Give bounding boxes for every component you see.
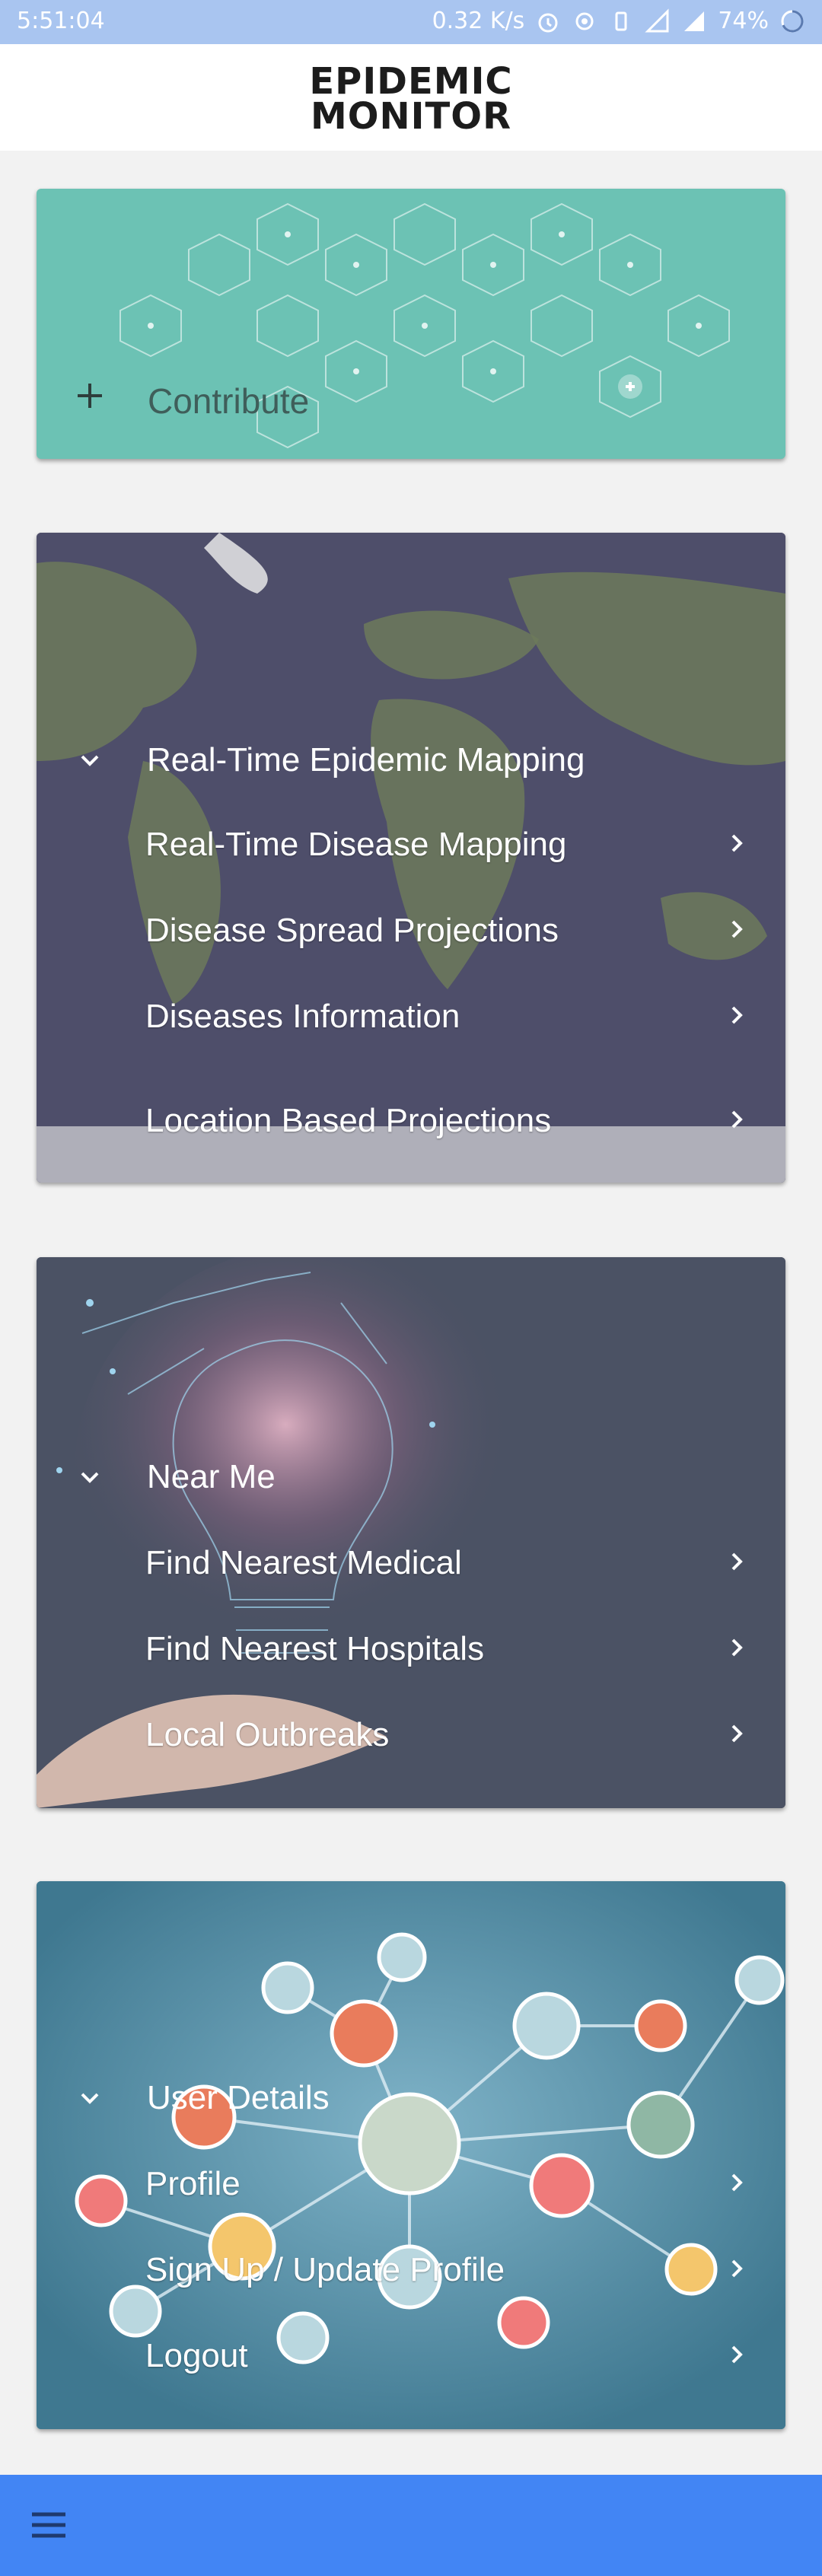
menu-item-find-nearest-hospitals[interactable]: Find Nearest Hospitals: [145, 1613, 777, 1682]
bottom-app-bar: [0, 2475, 822, 2576]
menu-item-label: Location Based Projections: [145, 1102, 552, 1139]
section-title[interactable]: Real-Time Epidemic Mapping: [147, 741, 585, 779]
menu-item-label: Find Nearest Medical: [145, 1544, 462, 1581]
menu-item-location-based-projections[interactable]: Location Based Projections: [145, 1085, 777, 1154]
section-title[interactable]: Near Me: [147, 1458, 276, 1496]
status-bar: 5:51:04 0.32 K/s 74%: [0, 0, 822, 44]
plus-icon: [78, 384, 102, 408]
vibrate-icon: [615, 11, 627, 30]
chevron-right-icon: [731, 2345, 743, 2364]
menu-item-label: Disease Spread Projections: [145, 912, 559, 949]
chevron-down-icon[interactable]: [76, 1464, 104, 1492]
chevron-down-icon[interactable]: [76, 747, 104, 775]
menu-item-diseases-information[interactable]: Diseases Information: [145, 981, 777, 1049]
menu-item-find-nearest-medical[interactable]: Find Nearest Medical: [145, 1527, 777, 1596]
chevron-down-icon[interactable]: [76, 2085, 104, 2113]
app-header: EPIDEMIC MONITOR: [0, 44, 822, 151]
hotspot-icon: [575, 12, 594, 30]
epidemic-mapping-card: Real-Time Epidemic Mapping Real-Time Dis…: [37, 533, 785, 1183]
alarm-icon: [538, 13, 558, 32]
chevron-right-icon: [731, 1552, 743, 1571]
contribute-card[interactable]: Contribute: [37, 189, 785, 459]
chevron-right-icon: [731, 1006, 743, 1024]
chevron-right-icon: [731, 2173, 743, 2192]
network-speed: 0.32 K/s: [432, 8, 525, 34]
near-me-card: Near Me Find Nearest Medical Find Neares…: [37, 1257, 785, 1808]
menu-item-disease-spread-projections[interactable]: Disease Spread Projections: [145, 895, 777, 963]
menu-item-logout[interactable]: Logout: [145, 2320, 777, 2389]
section-title[interactable]: User Details: [147, 2079, 330, 2117]
menu-item-sign-up-update-profile[interactable]: Sign Up / Update Profile: [145, 2234, 777, 2303]
battery-icon: [781, 10, 804, 32]
menu-item-real-time-disease-mapping[interactable]: Real-Time Disease Mapping: [145, 809, 777, 877]
menu-item-label: Real-Time Disease Mapping: [145, 826, 567, 863]
chevron-right-icon: [731, 2259, 743, 2278]
menu-item-label: Local Outbreaks: [145, 1716, 390, 1753]
chevron-right-icon: [731, 1724, 743, 1743]
signal-4g-icon: [684, 11, 705, 31]
app-logo: EPIDEMIC MONITOR: [309, 60, 513, 138]
menu-item-label: Profile: [145, 2165, 241, 2202]
signal-icon: [645, 8, 669, 32]
contribute-label: Contribute: [148, 381, 310, 421]
menu-item-profile[interactable]: Profile: [145, 2148, 777, 2217]
menu-item-local-outbreaks[interactable]: Local Outbreaks: [145, 1699, 777, 1768]
menu-item-label: Sign Up / Update Profile: [145, 2251, 505, 2288]
user-details-card: User Details Profile Sign Up / Update Pr…: [37, 1881, 785, 2429]
battery-percent: 74%: [718, 8, 769, 34]
status-icons: 0.32 K/s 74%: [432, 8, 805, 34]
chevron-right-icon: [731, 920, 743, 938]
hamburger-menu-icon[interactable]: [29, 2508, 68, 2542]
menu-item-label: Diseases Information: [145, 998, 460, 1035]
chevron-right-icon: [731, 834, 743, 852]
status-time: 5:51:04: [17, 8, 105, 34]
chevron-right-icon: [731, 1638, 743, 1657]
chevron-right-icon: [731, 1110, 743, 1129]
menu-item-label: Find Nearest Hospitals: [145, 1630, 485, 1667]
menu-item-label: Logout: [145, 2337, 248, 2374]
